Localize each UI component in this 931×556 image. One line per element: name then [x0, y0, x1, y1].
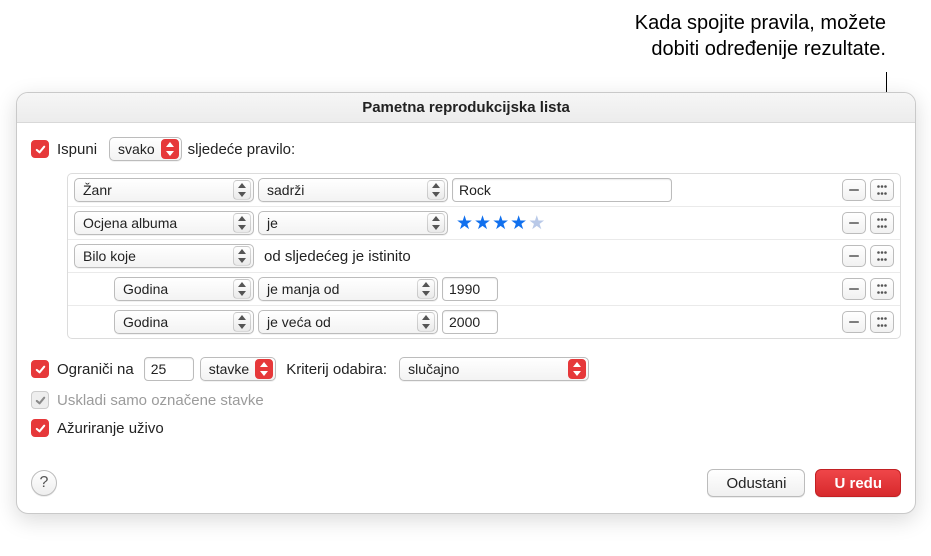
rule-op-popup[interactable]: je veća od: [258, 310, 438, 334]
stepper-icon: [255, 359, 273, 379]
rule-value-field[interactable]: Rock: [452, 178, 672, 202]
help-button[interactable]: ?: [31, 470, 57, 496]
stepper-icon: [161, 139, 179, 159]
rule-field-popup[interactable]: Ocjena albuma: [74, 211, 254, 235]
annotation-line-1: Kada spojite pravila, možete: [635, 10, 886, 36]
limit-criteria-value: slučajno: [408, 358, 459, 380]
limit-label: Ograniči na: [57, 361, 134, 378]
rule-op-popup[interactable]: je: [258, 211, 448, 235]
rule-row-buttons: [842, 179, 894, 201]
rule-row: Bilo koje od sljedećeg je istinito: [68, 240, 900, 273]
annotation: Kada spojite pravila, možete dobiti odre…: [635, 10, 886, 62]
live-checkbox[interactable]: [31, 419, 49, 437]
rule-stars[interactable]: ★★★★★: [452, 214, 549, 233]
limit-criteria-popup[interactable]: slučajno: [399, 357, 589, 381]
rules-list: Žanr sadrži Rock Ocjena albuma: [67, 173, 901, 339]
add-rule-button[interactable]: [870, 311, 894, 333]
rule-op-popup[interactable]: sadrži: [258, 178, 448, 202]
add-rule-button[interactable]: [870, 245, 894, 267]
rule-row: Godina je veća od 2000: [68, 306, 900, 338]
add-rule-button[interactable]: [870, 278, 894, 300]
add-rule-button[interactable]: [870, 179, 894, 201]
stepper-icon: [233, 279, 251, 299]
remove-rule-button[interactable]: [842, 179, 866, 201]
cancel-button[interactable]: Odustani: [707, 469, 805, 497]
match-condition-popup[interactable]: svako: [109, 137, 182, 161]
stepper-icon: [568, 359, 586, 379]
match-condition-value: svako: [118, 138, 155, 160]
live-label: Ažuriranje uživo: [57, 420, 164, 437]
stepper-icon: [427, 213, 445, 233]
remove-rule-button[interactable]: [842, 311, 866, 333]
rule-op-popup-value: je: [267, 212, 278, 234]
rule-field-popup-value: Godina: [123, 278, 168, 300]
stepper-icon: [417, 312, 435, 332]
smart-playlist-dialog: Pametna reprodukcijska lista Ispuni svak…: [16, 92, 916, 514]
match-row: Ispuni svako sljedeće pravilo:: [31, 137, 901, 161]
rule-row: Godina je manja od 1990: [68, 273, 900, 306]
stepper-icon: [233, 180, 251, 200]
rule-op-popup-value: je veća od: [267, 311, 331, 333]
rule-op-popup-value: sadrži: [267, 179, 304, 201]
dialog-content: Ispuni svako sljedeće pravilo: Žanr sadr…: [17, 123, 915, 453]
rule-field-popup-value: Bilo koje: [83, 245, 136, 267]
rule-field-popup-value: Godina: [123, 311, 168, 333]
dialog-title: Pametna reprodukcijska lista: [17, 93, 915, 123]
rule-row: Žanr sadrži Rock: [68, 174, 900, 207]
sync-row: Uskladi samo označene stavke: [31, 391, 901, 409]
rule-field-popup[interactable]: Godina: [114, 277, 254, 301]
rule-row-buttons: [842, 212, 894, 234]
rule-op-popup-value: je manja od: [267, 278, 339, 300]
limit-criteria-label: Kriterij odabira:: [286, 361, 387, 378]
limit-row: Ograniči na 25 stavke Kriterij odabira: …: [31, 357, 901, 381]
rule-static-label: od sljedećeg je istinito: [264, 248, 411, 265]
remove-rule-button[interactable]: [842, 212, 866, 234]
match-suffix-label: sljedeće pravilo:: [188, 141, 296, 158]
limit-unit-value: stavke: [209, 358, 249, 380]
star-icon[interactable]: ★: [528, 214, 545, 233]
rule-value-field[interactable]: 1990: [442, 277, 498, 301]
rule-value-field[interactable]: 2000: [442, 310, 498, 334]
rule-field-popup-value: Ocjena albuma: [83, 212, 177, 234]
rule-field-popup[interactable]: Žanr: [74, 178, 254, 202]
rule-row: Ocjena albuma je ★★★★★: [68, 207, 900, 240]
annotation-line-2: dobiti određenije rezultate.: [635, 36, 886, 62]
stepper-icon: [233, 213, 251, 233]
limit-checkbox[interactable]: [31, 360, 49, 378]
match-prefix-label: Ispuni: [57, 141, 97, 158]
rule-op-popup[interactable]: je manja od: [258, 277, 438, 301]
rule-field-popup[interactable]: Godina: [114, 310, 254, 334]
match-checkbox[interactable]: [31, 140, 49, 158]
limit-value-field[interactable]: 25: [144, 357, 194, 381]
ok-button[interactable]: U redu: [815, 469, 901, 497]
rule-field-popup-value: Žanr: [83, 179, 112, 201]
star-icon[interactable]: ★: [456, 214, 473, 233]
star-icon[interactable]: ★: [510, 214, 527, 233]
stepper-icon: [233, 246, 251, 266]
stepper-icon: [233, 312, 251, 332]
remove-rule-button[interactable]: [842, 245, 866, 267]
sync-checkbox: [31, 391, 49, 409]
star-icon[interactable]: ★: [474, 214, 491, 233]
dialog-footer: ? Odustani U redu: [17, 453, 915, 513]
rule-row-buttons: [842, 245, 894, 267]
add-rule-button[interactable]: [870, 212, 894, 234]
rule-row-buttons: [842, 311, 894, 333]
live-row: Ažuriranje uživo: [31, 419, 901, 437]
limit-unit-popup[interactable]: stavke: [200, 357, 276, 381]
star-icon[interactable]: ★: [492, 214, 509, 233]
stepper-icon: [427, 180, 445, 200]
sync-label: Uskladi samo označene stavke: [57, 392, 264, 409]
rule-field-popup[interactable]: Bilo koje: [74, 244, 254, 268]
rule-row-buttons: [842, 278, 894, 300]
remove-rule-button[interactable]: [842, 278, 866, 300]
stepper-icon: [417, 279, 435, 299]
